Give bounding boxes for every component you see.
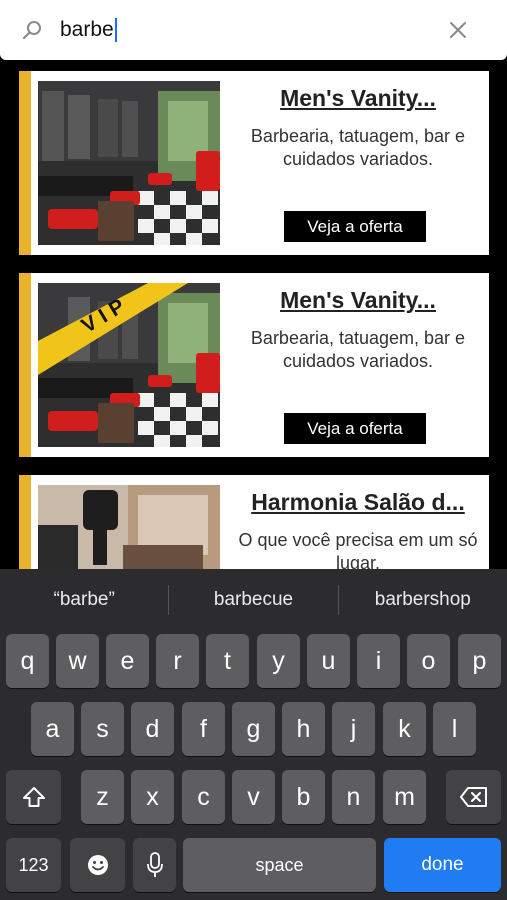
card-accent bbox=[19, 71, 31, 255]
shift-key[interactable] bbox=[6, 770, 61, 824]
key-r[interactable]: r bbox=[156, 634, 199, 688]
space-key[interactable]: space bbox=[183, 838, 376, 892]
suggestion-bar: “barbe” barbecue barbershop bbox=[0, 569, 507, 631]
key-e[interactable]: e bbox=[106, 634, 149, 688]
key-v[interactable]: v bbox=[232, 770, 275, 824]
result-title[interactable]: Harmonia Salão d... bbox=[234, 489, 482, 516]
shift-icon bbox=[22, 787, 45, 807]
key-t[interactable]: t bbox=[206, 634, 249, 688]
card-accent bbox=[19, 273, 31, 457]
key-c[interactable]: c bbox=[182, 770, 225, 824]
key-s[interactable]: s bbox=[81, 702, 124, 756]
key-x[interactable]: x bbox=[131, 770, 174, 824]
key-p[interactable]: p bbox=[458, 634, 501, 688]
microphone-key[interactable] bbox=[133, 838, 176, 892]
suggestion-item[interactable]: barbecue bbox=[169, 589, 337, 611]
key-j[interactable]: j bbox=[332, 702, 375, 756]
key-n[interactable]: n bbox=[332, 770, 375, 824]
done-button[interactable]: done bbox=[384, 838, 501, 892]
result-title[interactable]: Men's Vanity... bbox=[234, 287, 482, 314]
key-u[interactable]: u bbox=[307, 634, 350, 688]
screen: barbe Men's Vanity... Barbearia, tatuage… bbox=[0, 0, 507, 900]
text-cursor bbox=[114, 18, 117, 42]
emoji-icon bbox=[87, 855, 108, 875]
key-m[interactable]: m bbox=[383, 770, 426, 824]
suggestion-item[interactable]: barbershop bbox=[339, 589, 507, 611]
key-f[interactable]: f bbox=[182, 702, 225, 756]
keyboard: “barbe” barbecue barbershop q w e r t y … bbox=[0, 569, 507, 900]
key-y[interactable]: y bbox=[257, 634, 300, 688]
key-l[interactable]: l bbox=[433, 702, 476, 756]
suggestion-item[interactable]: “barbe” bbox=[0, 589, 168, 611]
result-title[interactable]: Men's Vanity... bbox=[234, 85, 482, 112]
result-card[interactable]: VIP Men's Vanity... Barbearia, tatuagem,… bbox=[19, 273, 489, 457]
barbershop-photo: VIP bbox=[38, 283, 220, 447]
barbershop-photo bbox=[38, 81, 220, 245]
search-input[interactable]: barbe bbox=[60, 17, 117, 43]
result-description: Barbearia, tatuagem, bar e cuidados vari… bbox=[250, 126, 466, 169]
key-b[interactable]: b bbox=[282, 770, 325, 824]
key-g[interactable]: g bbox=[232, 702, 275, 756]
view-offer-button[interactable]: Veja a oferta bbox=[284, 211, 426, 242]
key-q[interactable]: q bbox=[6, 634, 49, 688]
search-query: barbe bbox=[60, 18, 114, 41]
result-card[interactable]: Men's Vanity... Barbearia, tatuagem, bar… bbox=[19, 71, 489, 255]
view-offer-button[interactable]: Veja a oferta bbox=[284, 413, 426, 444]
result-description: Barbearia, tatuagem, bar e cuidados vari… bbox=[250, 328, 466, 371]
key-o[interactable]: o bbox=[407, 634, 450, 688]
numbers-key[interactable]: 123 bbox=[6, 838, 61, 892]
key-k[interactable]: k bbox=[383, 702, 426, 756]
backspace-key[interactable] bbox=[446, 770, 501, 824]
microphone-icon bbox=[146, 852, 163, 877]
key-a[interactable]: a bbox=[31, 702, 74, 756]
search-icon bbox=[22, 21, 41, 40]
key-h[interactable]: h bbox=[282, 702, 325, 756]
emoji-key[interactable] bbox=[70, 838, 125, 892]
key-z[interactable]: z bbox=[81, 770, 124, 824]
key-d[interactable]: d bbox=[131, 702, 174, 756]
backspace-icon bbox=[459, 787, 487, 807]
key-w[interactable]: w bbox=[56, 634, 99, 688]
key-i[interactable]: i bbox=[357, 634, 400, 688]
close-icon[interactable] bbox=[447, 19, 469, 41]
search-bar[interactable]: barbe bbox=[0, 0, 507, 60]
